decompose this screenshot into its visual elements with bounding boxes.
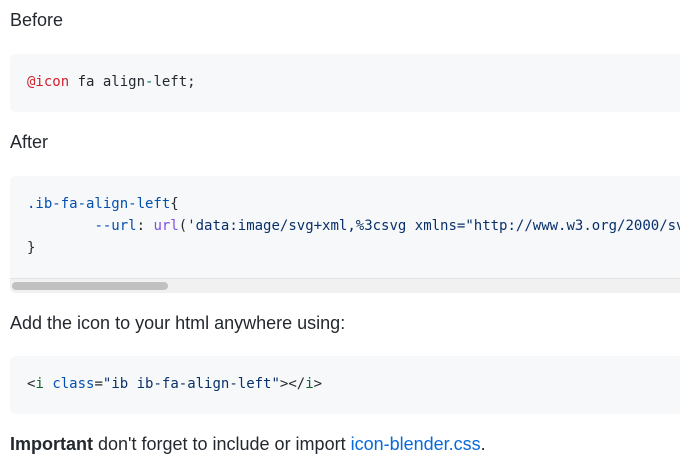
code-token: : <box>136 218 154 234</box>
code-token: > <box>313 376 323 392</box>
after-heading: After <box>10 132 49 152</box>
html-tag: i <box>35 376 44 392</box>
code-at-rule: @icon <box>27 74 70 90</box>
note-text: don't forget to include or import <box>93 434 351 454</box>
code-after: .ib-fa-align-left{ --url: url('data:imag… <box>10 176 680 259</box>
note-end: . <box>480 434 486 454</box>
code-usage: <i class="ib ib-fa-align-left"></i> <box>10 356 680 395</box>
horizontal-scrollbar[interactable] <box>10 278 680 293</box>
code-token: left; <box>153 74 196 90</box>
code-before: @icon fa align-left; <box>10 54 680 93</box>
code-token: ></ <box>279 376 306 392</box>
code-token: ( <box>178 218 188 234</box>
css-property: --url <box>94 218 137 234</box>
code-token: { <box>170 196 179 212</box>
scrollbar-thumb[interactable] <box>12 282 168 290</box>
code-token: = <box>94 376 103 392</box>
code-block-after: .ib-fa-align-left{ --url: url('data:imag… <box>10 176 680 293</box>
html-attribute: class <box>52 376 95 392</box>
code-token: fa align <box>69 74 146 90</box>
css-function: url <box>153 218 179 234</box>
before-heading: Before <box>10 10 64 30</box>
html-attribute-value: "ib ib-fa-align-left" <box>102 376 280 392</box>
css-string: 'data:image/svg+xml,%3csvg xmlns="http:/… <box>187 218 680 234</box>
important-label: Important <box>10 434 93 454</box>
css-selector: .ib-fa-align-left <box>27 196 171 212</box>
usage-heading: Add the icon to your html anywhere using… <box>10 313 346 333</box>
code-block-usage: <i class="ib ib-fa-align-left"></i> <box>10 356 680 414</box>
html-tag: i <box>305 376 314 392</box>
code-block-before: @icon fa align-left; <box>10 54 680 112</box>
code-token: } <box>27 240 36 256</box>
important-note: Important don't forget to include or imp… <box>10 432 486 456</box>
icon-blender-css-link[interactable]: icon-blender.css <box>351 434 481 454</box>
